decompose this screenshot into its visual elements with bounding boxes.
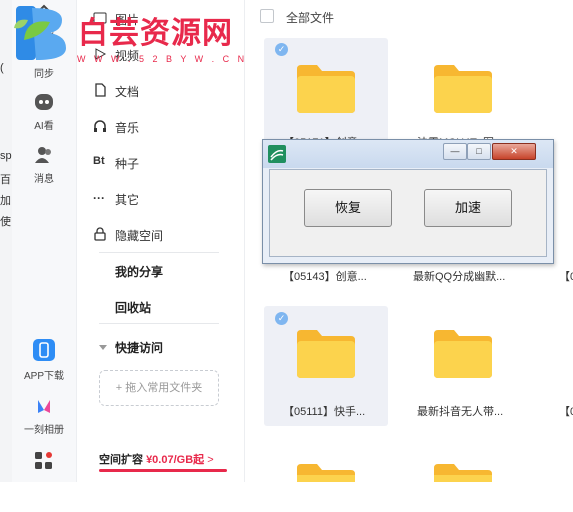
strip-fragment: 使 bbox=[0, 216, 11, 228]
nav-item-torrents[interactable]: Bt 种子 bbox=[93, 155, 140, 172]
rail-label: 消息 bbox=[34, 174, 54, 185]
select-all-checkbox[interactable] bbox=[260, 9, 274, 23]
folder-icon bbox=[434, 328, 492, 378]
file-name[interactable]: 【0 bbox=[559, 268, 573, 284]
album-icon bbox=[12, 396, 76, 419]
nav-label: 隐藏空间 bbox=[115, 229, 164, 243]
nav-item-documents[interactable]: 文档 bbox=[95, 83, 140, 100]
rail-item-apps[interactable] bbox=[12, 450, 76, 477]
rail-item-message[interactable]: 消息 bbox=[12, 145, 76, 185]
rail-item-album[interactable]: 一刻相册 bbox=[12, 396, 76, 436]
lock-icon bbox=[93, 227, 107, 241]
nav-label: 其它 bbox=[115, 193, 140, 207]
file-name[interactable]: 【05143】创意... bbox=[283, 268, 367, 284]
folder-icon bbox=[297, 462, 355, 512]
dialog-titlebar[interactable]: — □ ✕ bbox=[263, 140, 553, 168]
quick-access-drop-zone[interactable]: + 拖入常用文件夹 bbox=[99, 370, 219, 406]
nav-label: 种子 bbox=[115, 157, 140, 171]
more-icon: ··· bbox=[93, 191, 105, 205]
rail-item-app-download[interactable]: APP下载 bbox=[12, 338, 76, 382]
folder-icon bbox=[434, 462, 492, 512]
dialog-body: 恢复 加速 bbox=[269, 169, 547, 257]
chevron-right-icon: > bbox=[207, 454, 214, 466]
space-expand-label: 空间扩容 bbox=[99, 454, 143, 466]
space-expand-link[interactable]: 空间扩容 ¥0.07/GB起 > bbox=[99, 451, 214, 467]
space-price: ¥0.07/GB起 bbox=[146, 454, 205, 466]
rail-item-ai[interactable]: AI看 bbox=[12, 92, 76, 132]
strip-fragment: sp bbox=[0, 150, 12, 162]
check-icon[interactable]: ✓ bbox=[275, 312, 288, 325]
nav-item-hidden-space[interactable]: 隐藏空间 bbox=[94, 227, 164, 244]
nav-item-music[interactable]: 音乐 bbox=[94, 119, 140, 136]
file-name[interactable]: 【0 bbox=[559, 403, 573, 419]
nav-label: 文档 bbox=[115, 85, 140, 99]
app-icon bbox=[268, 145, 286, 166]
restore-button[interactable]: 恢复 bbox=[304, 189, 392, 227]
logo-mark bbox=[14, 6, 66, 60]
rail-label: 一刻相册 bbox=[24, 425, 64, 436]
message-icon bbox=[12, 145, 76, 168]
check-icon[interactable]: ✓ bbox=[275, 43, 288, 56]
file-name[interactable]: 最新抖音无人带... bbox=[417, 403, 503, 419]
app-download-icon bbox=[12, 338, 76, 365]
nav-divider bbox=[99, 252, 219, 253]
watermark-url: W W W . 5 2 B Y W . C N bbox=[77, 54, 248, 64]
icon-rail: 传输 同步 AI看 消息 APP下载 一刻相册 bbox=[12, 0, 77, 482]
watermark-logo: 白芸资源网 W W W . 5 2 B Y W . C N bbox=[0, 0, 260, 72]
rail-label: APP下载 bbox=[23, 371, 64, 382]
folder-icon bbox=[297, 63, 355, 113]
apps-grid-icon bbox=[12, 450, 76, 475]
file-name[interactable]: 最新QQ分成幽默... bbox=[413, 268, 505, 284]
watermark-title: 白芸资源网 bbox=[78, 16, 233, 51]
strip-fragment: 百 bbox=[0, 174, 11, 186]
maximize-button[interactable]: □ bbox=[467, 143, 491, 160]
all-files-header: 全部文件 bbox=[286, 11, 335, 25]
minimize-button[interactable]: — bbox=[443, 143, 467, 160]
nav-my-share[interactable]: 我的分享 bbox=[115, 263, 163, 280]
quick-access-header[interactable]: 快捷访问 bbox=[115, 339, 163, 356]
strip-fragment: 加 bbox=[0, 195, 11, 207]
folder-icon bbox=[434, 63, 492, 113]
folder-icon bbox=[297, 328, 355, 378]
accelerate-dialog: — □ ✕ 恢复 加速 bbox=[262, 139, 554, 264]
nav-label: 音乐 bbox=[115, 121, 140, 135]
rail-label: AI看 bbox=[34, 121, 54, 132]
nav-divider bbox=[99, 323, 219, 324]
bt-icon: Bt bbox=[93, 155, 105, 167]
space-expand-underline bbox=[99, 469, 227, 472]
ai-view-icon bbox=[12, 92, 76, 115]
nav-recycle-bin[interactable]: 回收站 bbox=[115, 299, 151, 316]
document-icon bbox=[93, 83, 107, 97]
category-nav: 图片 视频 文档 音乐 Bt 种子 ··· 其它 隐藏空间 我的分享 回收站 快… bbox=[77, 0, 245, 482]
nav-item-other[interactable]: ··· 其它 bbox=[93, 191, 140, 208]
close-button[interactable]: ✕ bbox=[492, 143, 536, 160]
headphones-icon bbox=[93, 119, 107, 133]
accelerate-button[interactable]: 加速 bbox=[424, 189, 512, 227]
chevron-down-icon[interactable] bbox=[99, 340, 107, 354]
file-name[interactable]: 【05111】快手... bbox=[283, 403, 365, 419]
